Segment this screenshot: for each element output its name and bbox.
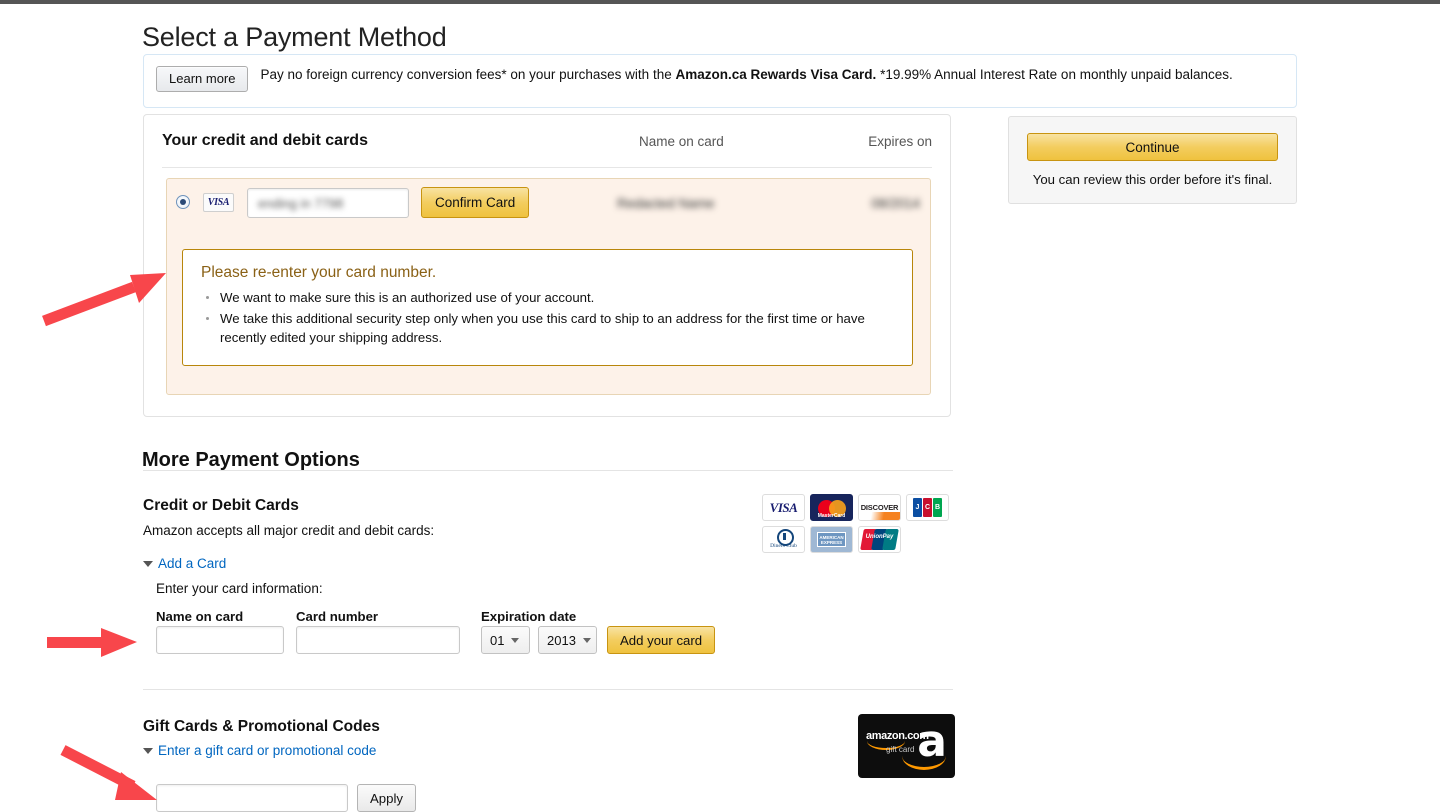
gift-card-disclosure[interactable]: Enter a gift card or promotional code <box>143 743 376 758</box>
card-number-reentry-input[interactable]: ending in 7798 <box>247 188 409 218</box>
mastercard-logo-text: MasterCard <box>817 513 846 519</box>
learn-more-button[interactable]: Learn more <box>156 66 249 92</box>
add-a-card-label: Add a Card <box>158 556 227 571</box>
gift-card-sub-text: gift card <box>886 745 915 754</box>
continue-note: You can review this order before it's fi… <box>1032 172 1273 187</box>
expiration-month-value: 01 <box>490 632 505 648</box>
chevron-down-icon <box>143 748 153 754</box>
column-header-name-on-card: Name on card <box>639 134 724 149</box>
diners-club-logo: Diners Club <box>762 526 805 553</box>
visa-logo-text: VISA <box>769 499 798 515</box>
visa-icon: VISA <box>203 193 234 212</box>
continue-button[interactable]: Continue <box>1027 133 1278 161</box>
visa-icon-label: VISA <box>207 197 230 208</box>
card-row-name-on-card: Redacted Name <box>617 196 715 211</box>
confirm-card-button[interactable]: Confirm Card <box>421 187 530 218</box>
jcb-letter-j: J <box>913 498 922 517</box>
visa-logo: VISA <box>762 494 805 521</box>
more-payment-options-heading: More Payment Options <box>142 448 360 471</box>
name-on-card-label: Name on card <box>156 609 244 624</box>
credit-debit-section-title: Credit or Debit Cards <box>143 497 299 514</box>
expiration-month-select[interactable]: 01 <box>481 626 530 654</box>
add-your-card-button[interactable]: Add your card <box>607 626 716 654</box>
unionpay-logo: UnionPay <box>858 526 901 553</box>
american-express-logo: AMERICAN EXPRESS <box>810 526 853 553</box>
saved-cards-title: Your credit and debit cards <box>162 132 368 149</box>
card-number-masked-value: ending in 7798 <box>258 196 344 211</box>
enter-card-info-note: Enter your card information: <box>156 581 323 596</box>
promo-card-name: Amazon.ca Rewards Visa Card. <box>675 67 877 82</box>
card-row-expires-on: 08/2014 <box>871 196 920 211</box>
expiration-year-select[interactable]: 2013 <box>538 626 597 654</box>
amazon-swoosh-large-icon <box>902 756 946 770</box>
saved-cards-panel: Your credit and debit cards Name on card… <box>143 114 951 417</box>
promo-banner-text: Pay no foreign currency conversion fees*… <box>156 64 1284 85</box>
saved-cards-header: Your credit and debit cards Name on card… <box>162 125 932 168</box>
card-number-label: Card number <box>296 609 379 624</box>
page-title: Select a Payment Method <box>142 22 447 53</box>
card-number-input[interactable] <box>296 626 460 654</box>
discover-logo-text: DISCOVER <box>860 503 899 512</box>
chevron-down-icon <box>511 637 520 643</box>
warning-title: Please re-enter your card number. <box>201 264 437 281</box>
name-on-card-input[interactable] <box>156 626 284 654</box>
continue-panel: Continue You can review this order befor… <box>1008 116 1297 204</box>
mastercard-logo: MasterCard <box>810 494 853 521</box>
discover-logo: DISCOVER <box>858 494 901 521</box>
card-select-radio[interactable] <box>176 195 190 209</box>
selected-card-block: VISA ending in 7798 Confirm Card Redacte… <box>166 178 931 395</box>
gift-card-disclosure-label: Enter a gift card or promotional code <box>158 743 377 758</box>
jcb-logo: J C B <box>906 494 949 521</box>
jcb-letter-b: B <box>933 498 942 517</box>
discover-band <box>859 512 900 520</box>
accepted-card-logos-row-1: VISA MasterCard DISCOVER J C B <box>762 494 956 521</box>
apply-gift-card-button[interactable]: Apply <box>357 784 416 812</box>
warning-bullet-list: We want to make sure this is an authoriz… <box>201 288 894 347</box>
credit-debit-section-subtitle: Amazon accepts all major credit and debi… <box>143 523 435 538</box>
table-row[interactable]: VISA ending in 7798 Confirm Card Redacte… <box>167 179 930 235</box>
expiration-date-label: Expiration date <box>481 609 577 624</box>
gift-cards-section-title: Gift Cards & Promotional Codes <box>143 718 380 735</box>
promo-banner: Learn more Pay no foreign currency conve… <box>143 54 1297 108</box>
amex-logo-text: AMERICAN EXPRESS <box>819 534 844 545</box>
chevron-down-icon <box>143 561 153 567</box>
accepted-card-logos-row-2: Diners Club AMERICAN EXPRESS UnionPay <box>762 526 956 553</box>
jcb-letter-c: C <box>923 498 932 517</box>
divider-top <box>143 470 953 471</box>
divider-bottom <box>143 689 953 690</box>
column-header-expires-on: Expires on <box>868 134 932 149</box>
reenter-card-warning: Please re-enter your card number. We wan… <box>182 249 913 366</box>
gift-card-code-input[interactable] <box>156 784 348 812</box>
chevron-down-icon <box>582 637 591 643</box>
amazon-gift-card-logo: amazon.com gift card a <box>858 714 955 778</box>
accepted-card-logos: VISA MasterCard DISCOVER J C B Diners Cl… <box>762 494 956 558</box>
promo-text-after: *19.99% Annual Interest Rate on monthly … <box>876 67 1233 82</box>
expiration-year-value: 2013 <box>547 632 576 648</box>
amex-inner-box: AMERICAN EXPRESS <box>817 532 846 547</box>
list-item: We want to make sure this is an authoriz… <box>201 288 894 307</box>
unionpay-logo-text: UnionPay <box>865 534 894 540</box>
list-item: We take this additional security step on… <box>201 309 894 347</box>
diners-club-logo-text: Diners Club <box>770 543 797 549</box>
add-a-card-disclosure[interactable]: Add a Card <box>143 556 226 571</box>
top-chrome-bar <box>0 0 1440 4</box>
promo-text-before: Pay no foreign currency conversion fees*… <box>260 67 676 82</box>
arrow-to-name-on-card-field <box>47 628 137 657</box>
